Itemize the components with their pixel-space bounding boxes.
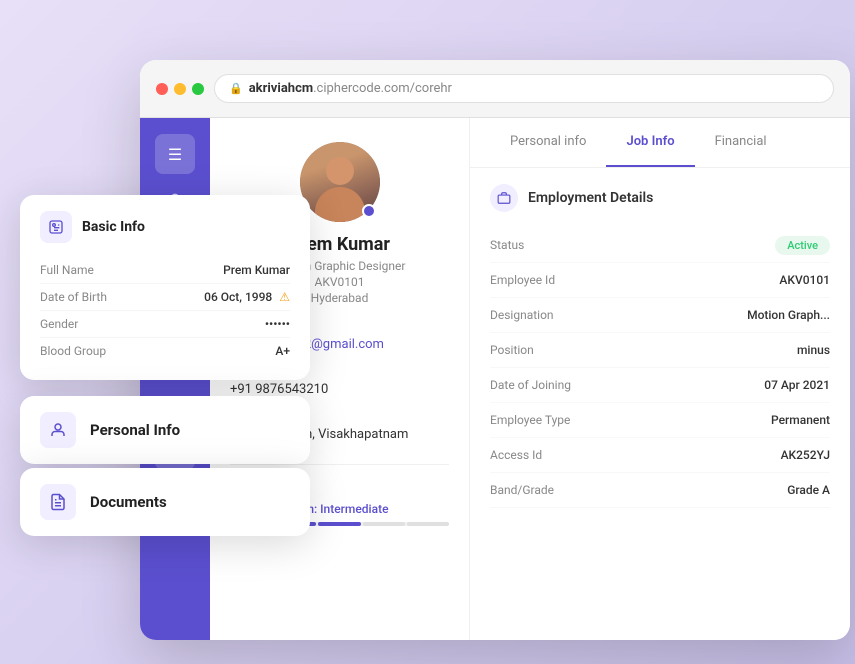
detail-key-position: Position [490, 343, 660, 357]
card-title: Basic Info [82, 219, 145, 235]
main-content: Prem Kumar Motion Graphic Designer AKV01… [210, 118, 850, 640]
detail-row-doj: Date of Joining 07 Apr 2021 [490, 368, 830, 403]
detail-val-status: Active [660, 238, 830, 252]
detail-row-empid: Employee Id AKV0101 [490, 263, 830, 298]
sidebar-menu-btn[interactable]: ☰ [155, 134, 195, 174]
lock-icon: 🔒 [229, 82, 243, 95]
info-val-blood: A+ [275, 344, 290, 358]
status-badge: Active [775, 236, 830, 255]
progress-seg-4 [363, 522, 405, 526]
section-title: Employment Details [528, 190, 653, 206]
info-row-fullname: Full Name Prem Kumar [40, 257, 290, 284]
browser-chrome: 🔒 akriviahcm.ciphercode.com/corehr [140, 60, 850, 118]
detail-key-accessid: Access Id [490, 448, 660, 462]
dot-red[interactable] [156, 83, 168, 95]
detail-val-designation: Motion Graph... [660, 308, 830, 322]
documents-card[interactable]: Documents [20, 468, 310, 536]
personal-info-label: Personal Info [90, 421, 180, 439]
details-panel: Personal info Job Info Financial Employ [470, 118, 850, 640]
detail-row-designation: Designation Motion Graph... [490, 298, 830, 333]
detail-val-doj: 07 Apr 2021 [660, 378, 830, 392]
detail-val-accessid: AK252YJ [660, 448, 830, 462]
doc-icon [40, 484, 76, 520]
info-row-dob: Date of Birth 06 Oct, 1998 ⚠ [40, 284, 290, 311]
personal-icon [40, 412, 76, 448]
detail-row-grade: Band/Grade Grade A [490, 473, 830, 508]
detail-key-empid: Employee Id [490, 273, 660, 287]
dot-yellow[interactable] [174, 83, 186, 95]
employment-fields: Status Active Employee Id AKV0101 [490, 228, 830, 508]
url-brand: akriviahcm.ciphercode.com/corehr [249, 81, 452, 96]
detail-key-status: Status [490, 238, 660, 252]
dot-green[interactable] [192, 83, 204, 95]
detail-row-position: Position minus [490, 333, 830, 368]
profile-location: Hyderabad [311, 291, 369, 305]
progress-seg-3 [318, 522, 360, 526]
detail-val-emptype: Permanent [660, 413, 830, 427]
browser-dots [156, 83, 204, 95]
tab-financial[interactable]: Financial [695, 118, 787, 167]
employment-section: Employment Details Status Active Emplo [470, 168, 850, 524]
tabs: Personal info Job Info Financial [470, 118, 850, 168]
card-header: Basic Info [40, 211, 290, 243]
warn-icon: ⚠ [279, 290, 290, 304]
detail-val-empid: AKV0101 [660, 273, 830, 287]
profile-id: AKV0101 [315, 275, 365, 289]
avatar-container [300, 142, 380, 222]
address-bar[interactable]: 🔒 akriviahcm.ciphercode.com/corehr [214, 74, 834, 103]
basic-info-card: Basic Info Full Name Prem Kumar Date of … [20, 195, 310, 380]
info-key-blood: Blood Group [40, 344, 106, 358]
tab-job-info[interactable]: Job Info [606, 118, 694, 167]
detail-row-accessid: Access Id AK252YJ [490, 438, 830, 473]
info-val-fullname: Prem Kumar [223, 263, 290, 277]
detail-val-position: minus [660, 343, 830, 357]
detail-key-emptype: Employee Type [490, 413, 660, 427]
divider [230, 464, 449, 465]
detail-val-grade: Grade A [660, 483, 830, 497]
personal-info-card[interactable]: Personal Info [20, 396, 310, 464]
section-header: Employment Details [490, 184, 830, 212]
info-row-gender: Gender •••••• [40, 311, 290, 338]
info-key-fullname: Full Name [40, 263, 94, 277]
detail-key-doj: Date of Joining [490, 378, 660, 392]
info-key-gender: Gender [40, 317, 78, 331]
progress-seg-5 [407, 522, 449, 526]
section-icon [490, 184, 518, 212]
info-val-gender: •••••• [265, 317, 290, 331]
detail-key-designation: Designation [490, 308, 660, 322]
info-row-blood: Blood Group A+ [40, 338, 290, 364]
online-indicator [362, 204, 376, 218]
tab-personal-info[interactable]: Personal info [490, 118, 606, 167]
card-icon [40, 211, 72, 243]
info-val-dob: 06 Oct, 1998 ⚠ [204, 290, 290, 304]
detail-row-status: Status Active [490, 228, 830, 263]
detail-row-emptype: Employee Type Permanent [490, 403, 830, 438]
info-key-dob: Date of Birth [40, 290, 107, 304]
phone-value: +91 9876543210 [230, 382, 449, 397]
detail-key-grade: Band/Grade [490, 483, 660, 497]
documents-label: Documents [90, 493, 167, 511]
